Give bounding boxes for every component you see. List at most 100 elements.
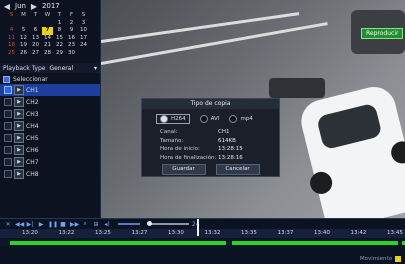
channel-play-icon[interactable]: ▶	[14, 157, 24, 167]
channel-item[interactable]: ▶ CH4	[0, 120, 100, 132]
car-wheel	[307, 169, 335, 197]
channel-item[interactable]: ▶ CH6	[0, 144, 100, 156]
channel-item[interactable]: ▶ CH2	[0, 96, 100, 108]
channel-item[interactable]: ▶ CH8	[0, 168, 100, 180]
calendar-day[interactable]: 10	[78, 27, 89, 35]
weekday-label: S	[81, 12, 86, 18]
select-all-checkbox[interactable]	[3, 76, 10, 83]
format-radio[interactable]: H264	[156, 114, 190, 124]
channel-play-icon[interactable]: ▶	[14, 133, 24, 143]
backup-icon[interactable]: ⊞	[92, 221, 100, 228]
timeline-zoom-slider[interactable]	[147, 221, 189, 226]
calendar-day[interactable]: 8	[54, 27, 65, 35]
record-track[interactable]	[0, 239, 405, 247]
calendar-day	[6, 20, 17, 28]
calendar-day[interactable]: 2	[66, 20, 77, 28]
calendar-day[interactable]: 27	[30, 50, 41, 58]
calendar-day[interactable]: 19	[18, 42, 29, 50]
format-radio[interactable]: mp4	[229, 115, 253, 123]
calendar-day[interactable]: 28	[42, 50, 53, 58]
close-icon[interactable]: ✕	[4, 221, 12, 228]
playback-bar: ✕ ◀◀ ▶| ▶ ❚❚ ■ ▶▶ ⌕ ⊞ ◂) 24 13:20 13:22 13…	[0, 218, 405, 264]
calendar-day[interactable]: 13	[30, 35, 41, 43]
cancel-button[interactable]: Cancelar	[215, 164, 260, 175]
volume-icon[interactable]: ◂)	[103, 221, 111, 228]
play-icon[interactable]: ▶	[37, 221, 45, 228]
channel-play-icon[interactable]: ▶	[14, 121, 24, 131]
info-label: Tamaño:	[160, 137, 184, 144]
channel-play-icon[interactable]: ▶	[14, 109, 24, 119]
info-label: Hora de finalización:	[160, 154, 217, 161]
select-all-row[interactable]: Seleccionar	[0, 75, 100, 84]
channel-play-icon[interactable]: ▶	[14, 169, 24, 179]
calendar-day[interactable]: 29	[54, 50, 65, 58]
calendar-month: Jun	[15, 2, 26, 10]
channel-checkbox[interactable]	[4, 110, 12, 118]
save-button[interactable]: Guardar	[161, 164, 206, 175]
channel-play-icon[interactable]: ▶	[14, 97, 24, 107]
calendar-day[interactable]: 4	[6, 27, 17, 35]
channel-checkbox[interactable]	[4, 98, 12, 106]
calendar-day[interactable]: 5	[18, 27, 29, 35]
channel-checkbox[interactable]	[4, 134, 12, 142]
calendar-day[interactable]: 17	[78, 35, 89, 43]
calendar-day[interactable]: 6	[30, 27, 41, 35]
zoom-knob[interactable]	[147, 221, 152, 226]
calendar-day[interactable]: 7	[42, 27, 53, 35]
calendar-day[interactable]: 21	[42, 42, 53, 50]
calendar-day[interactable]: 24	[78, 42, 89, 50]
format-radio[interactable]: AVI	[199, 115, 219, 123]
calendar-day[interactable]: 15	[54, 35, 65, 43]
calendar-day[interactable]: 11	[6, 35, 17, 43]
playback-type-select[interactable]: General ▾	[49, 65, 100, 72]
stop-icon[interactable]: ■	[59, 221, 67, 228]
channel-label: CH1	[26, 86, 39, 94]
car-wheel	[388, 139, 405, 166]
radio-label: mp4	[240, 116, 253, 122]
calendar-day[interactable]: 1	[54, 20, 65, 28]
channel-play-icon[interactable]: ▶	[14, 145, 24, 155]
channel-checkbox[interactable]	[4, 158, 12, 166]
calendar-day[interactable]: 18	[6, 42, 17, 50]
channel-play-icon[interactable]: ▶	[14, 85, 24, 95]
channel-item[interactable]: ▶ CH7	[0, 156, 100, 168]
calendar-day[interactable]: 26	[18, 50, 29, 58]
channel-checkbox[interactable]	[4, 170, 12, 178]
road-marking	[101, 12, 300, 43]
playback-type-row: Playback Type General ▾	[0, 63, 100, 73]
slow-forward-icon[interactable]: ▶|	[26, 221, 34, 228]
time-tick: 13:42	[350, 230, 367, 236]
calendar-day[interactable]: 20	[30, 42, 41, 50]
time-tick: 13:27	[131, 230, 148, 236]
calendar-day[interactable]: 16	[66, 35, 77, 43]
channel-item[interactable]: ▶ CH1	[0, 84, 100, 96]
pause-icon[interactable]: ❚❚	[48, 221, 58, 228]
record-gap	[398, 241, 402, 245]
radio-label: H264	[171, 116, 186, 122]
calendar-day[interactable]: 9	[66, 27, 77, 35]
channel-checkbox[interactable]	[4, 122, 12, 130]
playhead[interactable]	[197, 219, 199, 236]
next-month-icon[interactable]: ▶	[30, 2, 38, 11]
channel-checkbox[interactable]	[4, 146, 12, 154]
calendar-day[interactable]: 30	[66, 50, 77, 58]
calendar-day[interactable]: 3	[78, 20, 89, 28]
rewind-icon[interactable]: ◀◀	[15, 221, 24, 228]
time-tick: 13:30	[168, 230, 184, 236]
record-bar	[0, 241, 405, 245]
prev-month-icon[interactable]: ◀	[3, 2, 11, 11]
time-ruler[interactable]: 13:20 13:22 13:25 13:27 13:30 13:32 13:35 13:37…	[0, 229, 405, 238]
channel-checkbox[interactable]	[4, 86, 12, 94]
calendar-day[interactable]: 22	[54, 42, 65, 50]
calendar-day[interactable]: 14	[42, 35, 53, 43]
channel-item[interactable]: ▶ CH5	[0, 132, 100, 144]
channel-item[interactable]: ▶ CH3	[0, 108, 100, 120]
calendar-day[interactable]: 25	[6, 50, 17, 58]
calendar-day[interactable]: 23	[66, 42, 77, 50]
play-badge[interactable]: Reproducir	[361, 28, 404, 39]
volume-slider[interactable]	[118, 223, 140, 225]
calendar-day[interactable]: 12	[18, 35, 29, 43]
dialog-buttons: Guardar Cancelar	[142, 164, 279, 175]
zoom-icon[interactable]: ⌕	[81, 220, 89, 228]
fast-forward-icon[interactable]: ▶▶	[70, 221, 79, 228]
